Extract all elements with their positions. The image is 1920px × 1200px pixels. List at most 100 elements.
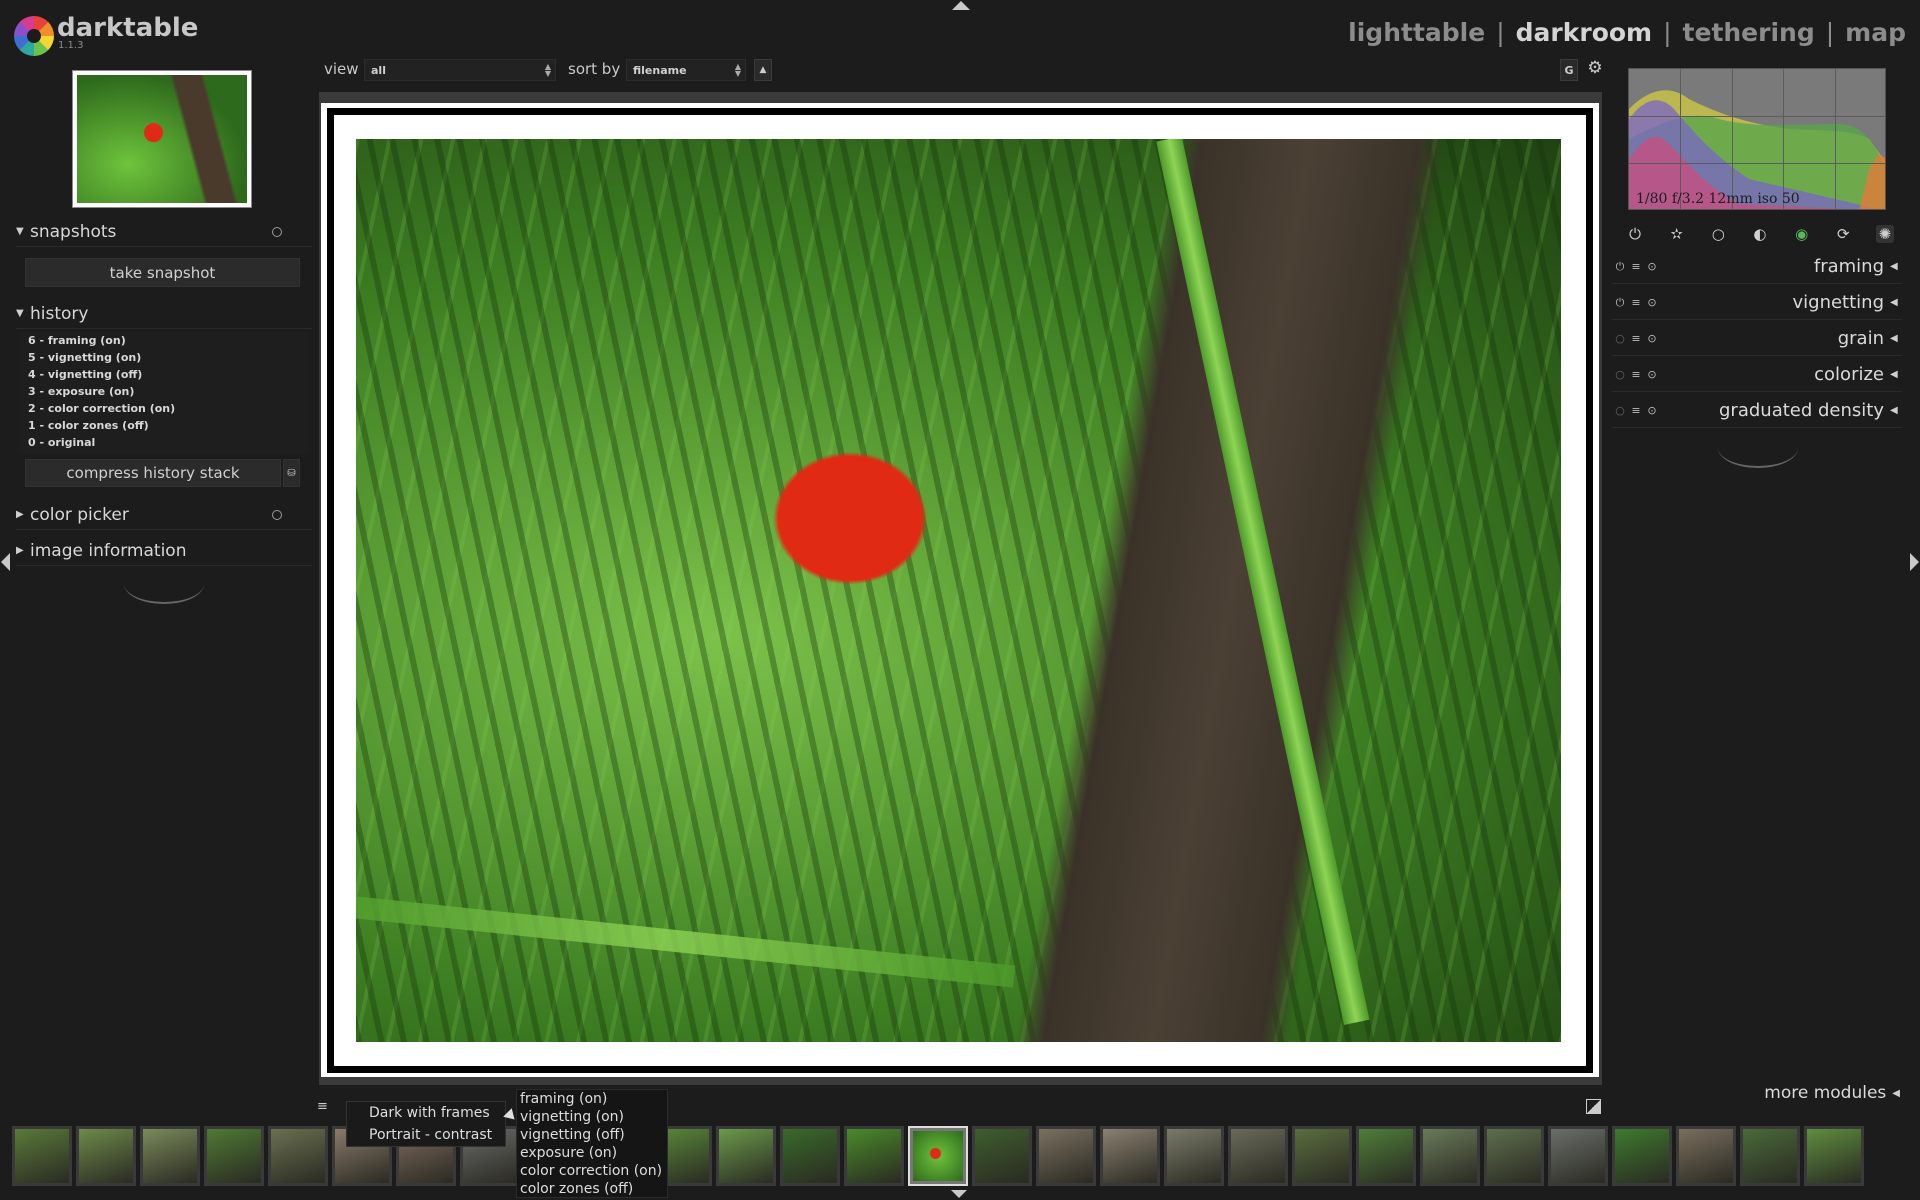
module-framing[interactable]: ⏻ ≡ ⊙ framing ◀: [1612, 250, 1902, 284]
bottom-panel-collapse-arrow[interactable]: [951, 1190, 967, 1198]
style-item[interactable]: Dark with frames: [347, 1102, 505, 1124]
reset-icon[interactable]: ⊙: [1644, 260, 1660, 273]
view-map[interactable]: map: [1845, 18, 1906, 47]
power-off-icon[interactable]: ○: [1612, 404, 1628, 417]
filmstrip-thumbnail[interactable]: [972, 1126, 1032, 1186]
filmstrip-thumbnail[interactable]: [1804, 1126, 1864, 1186]
lock-icon[interactable]: ⛁: [283, 459, 300, 487]
panel-end-ornament: [124, 584, 204, 604]
filmstrip-thumbnail[interactable]: [1356, 1126, 1416, 1186]
presets-icon[interactable]: ≡: [1628, 404, 1644, 417]
grid-line: [1783, 69, 1784, 209]
power-icon[interactable]: ⏻: [1612, 260, 1628, 274]
navigation-preview[interactable]: [72, 70, 252, 208]
star-icon[interactable]: ✫: [1668, 225, 1686, 243]
history-item[interactable]: 1 - color zones (off): [20, 417, 308, 434]
tone-icon[interactable]: ◐: [1751, 225, 1769, 243]
history-item[interactable]: 5 - vignetting (on): [20, 349, 308, 366]
app-title: darktable: [57, 13, 199, 43]
history-item[interactable]: 4 - vignetting (off): [20, 366, 308, 383]
power-off-icon[interactable]: ○: [1612, 332, 1628, 345]
history-item[interactable]: 0 - original: [20, 434, 308, 451]
compress-history-button[interactable]: compress history stack: [25, 459, 281, 487]
filmstrip-thumbnail[interactable]: [1036, 1126, 1096, 1186]
color-assessment-icon[interactable]: [1586, 1099, 1601, 1114]
module-vignetting[interactable]: ⏻ ≡ ⊙ vignetting ◀: [1612, 286, 1902, 320]
filmstrip-thumbnail[interactable]: [140, 1126, 200, 1186]
style-preview-tooltip: framing (on) vignetting (on) vignetting …: [516, 1089, 668, 1198]
grouping-button[interactable]: G: [1560, 59, 1578, 81]
reset-icon[interactable]: [272, 509, 282, 520]
filmstrip-thumbnail[interactable]: [1100, 1126, 1160, 1186]
filmstrip-thumbnail-selected[interactable]: [908, 1126, 968, 1186]
reset-icon[interactable]: ⊙: [1644, 404, 1660, 417]
image-information-module-header[interactable]: ▶ image information: [16, 536, 312, 566]
filmstrip-thumbnail[interactable]: [844, 1126, 904, 1186]
expand-right-icon: ▶: [16, 509, 24, 520]
thumbnail-image: [783, 1129, 837, 1183]
gear-icon[interactable]: ⚙: [1584, 58, 1606, 80]
presets-icon[interactable]: ≡: [1628, 260, 1644, 273]
presets-icon[interactable]: ≡: [1628, 368, 1644, 381]
left-panel-collapse-arrow[interactable]: [1, 553, 10, 571]
correct-icon[interactable]: ⟳: [1834, 225, 1852, 243]
power-icon[interactable]: ⏻: [1612, 296, 1628, 310]
color-icon[interactable]: ◉: [1793, 225, 1811, 243]
take-snapshot-button[interactable]: take snapshot: [25, 258, 300, 287]
thumbnail-image: [1807, 1129, 1861, 1183]
exif-info: 1/80 f/3.2 12mm iso 50: [1636, 191, 1800, 207]
module-colorize[interactable]: ○ ≡ ⊙ colorize ◀: [1612, 358, 1902, 392]
filmstrip-thumbnail[interactable]: [1228, 1126, 1288, 1186]
filmstrip-thumbnail[interactable]: [1164, 1126, 1224, 1186]
view-tethering[interactable]: tethering: [1683, 18, 1815, 47]
filmstrip-thumbnail[interactable]: [1612, 1126, 1672, 1186]
presets-icon[interactable]: ≡: [1628, 332, 1644, 345]
view-darkroom[interactable]: darkroom: [1516, 18, 1652, 47]
history-item[interactable]: 3 - exposure (on): [20, 383, 308, 400]
view-filter-combo[interactable]: all ▲ ▼: [364, 59, 556, 81]
color-picker-module-header[interactable]: ▶ color picker: [16, 500, 312, 530]
styles-menu-icon[interactable]: ≡: [317, 1099, 331, 1115]
right-panel-collapse-arrow[interactable]: [1910, 553, 1919, 571]
top-panel-collapse-arrow[interactable]: [952, 1, 970, 10]
thumbnail-image: [15, 1129, 69, 1183]
snapshots-module-header[interactable]: ▼ snapshots: [16, 217, 312, 247]
filmstrip-thumbnail[interactable]: [1292, 1126, 1352, 1186]
module-grain[interactable]: ○ ≡ ⊙ grain ◀: [1612, 322, 1902, 356]
view-lighttable[interactable]: lighttable: [1348, 18, 1485, 47]
history-module-header[interactable]: ▼ history: [16, 299, 312, 329]
filmstrip-thumbnail[interactable]: [204, 1126, 264, 1186]
history-item[interactable]: 2 - color correction (on): [20, 400, 308, 417]
reset-icon[interactable]: ⊙: [1644, 332, 1660, 345]
sort-by-combo[interactable]: filename ▲ ▼: [626, 59, 746, 81]
filmstrip-thumbnail[interactable]: [716, 1126, 776, 1186]
filmstrip-thumbnail[interactable]: [12, 1126, 72, 1186]
main-image[interactable]: [356, 139, 1561, 1042]
reset-icon[interactable]: ⊙: [1644, 368, 1660, 381]
histogram[interactable]: [1628, 68, 1886, 210]
circle-icon[interactable]: ○: [1709, 225, 1727, 243]
filmstrip-thumbnail[interactable]: [1548, 1126, 1608, 1186]
filmstrip-thumbnail[interactable]: [76, 1126, 136, 1186]
module-graduated-density[interactable]: ○ ≡ ⊙ graduated density ◀: [1612, 394, 1902, 428]
reset-icon[interactable]: ⊙: [1644, 296, 1660, 309]
power-icon[interactable]: ⏻: [1626, 225, 1644, 243]
power-off-icon[interactable]: ○: [1612, 368, 1628, 381]
filmstrip-thumbnail[interactable]: [268, 1126, 328, 1186]
more-modules-header[interactable]: more modules ◀: [1740, 1081, 1900, 1105]
filmstrip-thumbnail[interactable]: [1484, 1126, 1544, 1186]
grid-line: [1835, 69, 1836, 209]
style-item[interactable]: Portrait - contrast: [347, 1124, 505, 1146]
thumbnail-image: [913, 1131, 963, 1181]
sort-order-button[interactable]: ▲: [754, 59, 772, 81]
filmstrip-thumbnail[interactable]: [1420, 1126, 1480, 1186]
filmstrip-thumbnail[interactable]: [1676, 1126, 1736, 1186]
filmstrip-thumbnail[interactable]: [780, 1126, 840, 1186]
reset-icon[interactable]: [272, 226, 282, 237]
sort-by-value: filename: [633, 63, 687, 77]
spin-arrows-icon: ▲ ▼: [544, 62, 551, 78]
filmstrip-thumbnail[interactable]: [1740, 1126, 1800, 1186]
history-item[interactable]: 6 - framing (on): [20, 332, 308, 349]
effect-icon[interactable]: ✺: [1875, 225, 1894, 243]
presets-icon[interactable]: ≡: [1628, 296, 1644, 309]
